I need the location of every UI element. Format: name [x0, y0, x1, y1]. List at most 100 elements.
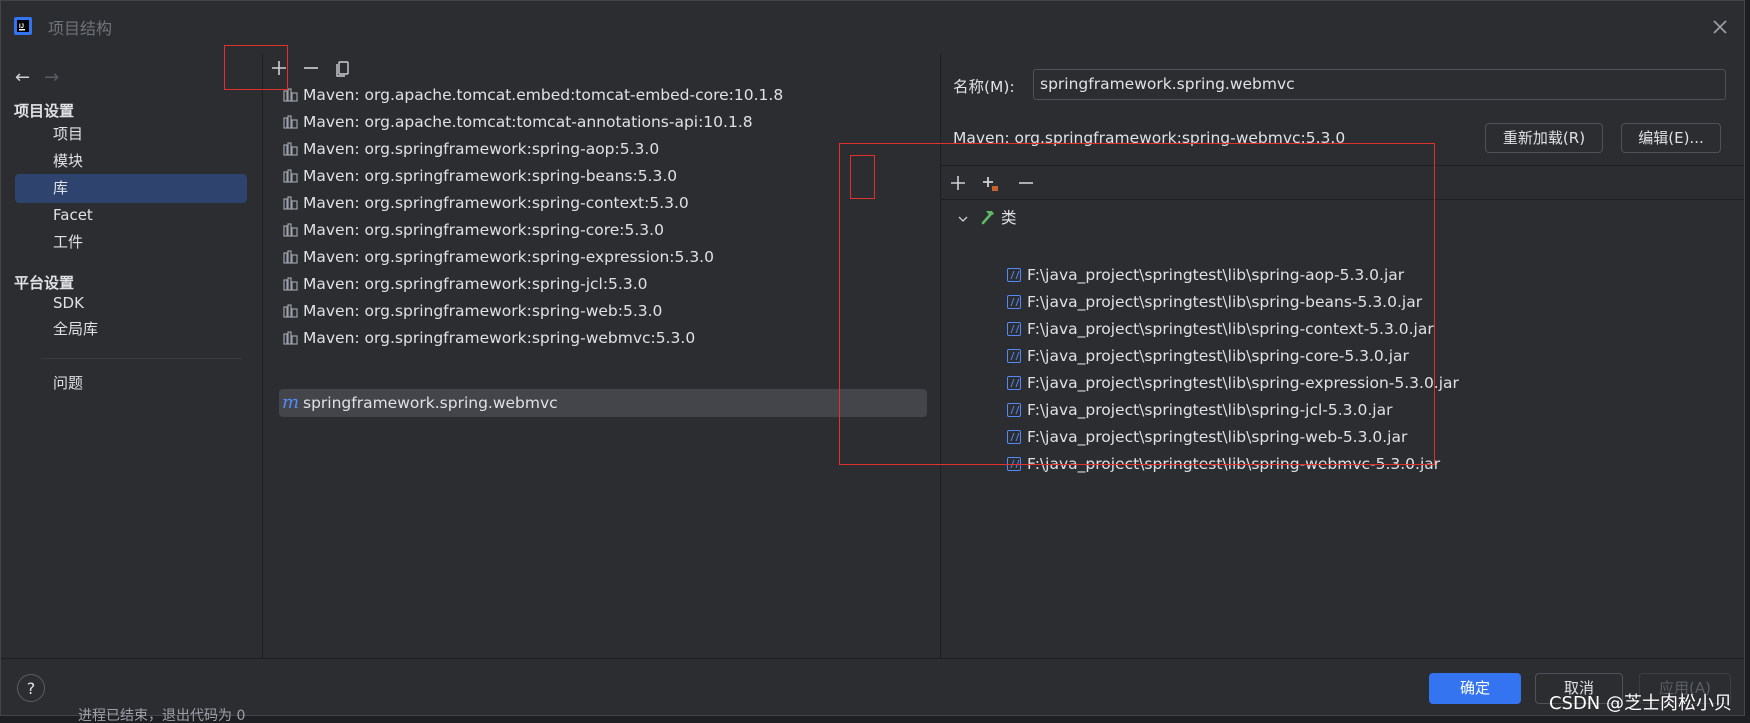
copy-library-icon[interactable]	[332, 57, 354, 79]
library-row[interactable]: Maven: org.springframework:spring-web:5.…	[279, 297, 927, 325]
library-name-input[interactable]: springframework.spring.webmvc	[1033, 69, 1726, 100]
settings-sidebar: ← → 项目设置 项目 模块 库 Facet 工件 平台设置 SDK 全局库 问…	[1, 53, 263, 658]
jar-path: F:\java_project\springtest\lib\spring-we…	[1027, 455, 1441, 473]
back-arrow-icon[interactable]: ←	[15, 67, 39, 88]
library-row[interactable]: Maven: org.springframework:spring-expres…	[279, 243, 927, 271]
maven-library-icon	[283, 304, 298, 318]
jar-path: F:\java_project\springtest\lib\spring-we…	[1027, 428, 1408, 446]
library-label: Maven: org.springframework:spring-aop:5.…	[303, 140, 660, 158]
sidebar-item-sdk[interactable]: SDK	[15, 289, 247, 318]
library-label: Maven: org.springframework:spring-expres…	[303, 248, 714, 266]
library-label: Maven: org.apache.tomcat.embed:tomcat-em…	[303, 86, 784, 104]
jar-file-icon	[1007, 376, 1021, 390]
jar-row[interactable]: F:\java_project\springtest\lib\spring-be…	[1007, 290, 1422, 314]
close-icon[interactable]	[1708, 15, 1732, 39]
library-label: Maven: org.springframework:spring-jcl:5.…	[303, 275, 648, 293]
add-root-icon[interactable]	[947, 172, 969, 194]
add-library-icon[interactable]	[268, 57, 290, 79]
library-row[interactable]: Maven: org.apache.tomcat.embed:tomcat-em…	[279, 81, 927, 109]
hammer-icon	[981, 211, 994, 225]
maven-coordinates: Maven: org.springframework:spring-webmvc…	[953, 129, 1346, 147]
jar-path: F:\java_project\springtest\lib\spring-co…	[1027, 347, 1409, 365]
library-label: Maven: org.springframework:spring-core:5…	[303, 221, 664, 239]
project-structure-dialog: IJ 项目结构 ← → 项目设置 项目 模块 库 Facet 工件 平台设置 S…	[0, 0, 1745, 716]
add-root-alt-icon[interactable]	[979, 172, 1001, 194]
roots-toolbar-divider	[941, 199, 1744, 200]
library-row[interactable]: Maven: org.springframework:spring-core:5…	[279, 216, 927, 244]
help-button[interactable]: ?	[17, 674, 45, 702]
sidebar-divider	[41, 358, 242, 359]
maven-library-icon	[283, 169, 298, 183]
classes-label: 类	[1001, 209, 1017, 227]
library-row[interactable]: Maven: org.apache.tomcat:tomcat-annotati…	[279, 108, 927, 136]
jar-path: F:\java_project\springtest\lib\spring-ex…	[1027, 374, 1459, 392]
jar-file-icon	[1007, 322, 1021, 336]
forward-arrow-icon[interactable]: →	[44, 67, 68, 88]
maven-library-icon	[283, 115, 298, 129]
library-label: Maven: org.springframework:spring-beans:…	[303, 167, 678, 185]
jar-file-icon	[1007, 457, 1021, 471]
module-library-icon: m	[282, 392, 300, 413]
library-roots-area: 类 F:\java_project\springtest\lib\spring-…	[941, 165, 1744, 659]
title-bar: IJ 项目结构	[1, 1, 1744, 53]
library-label: Maven: org.springframework:spring-web:5.…	[303, 302, 663, 320]
library-label: springframework.spring.webmvc	[303, 394, 558, 412]
sidebar-item-problems[interactable]: 问题	[15, 369, 247, 398]
jar-file-icon	[1007, 295, 1021, 309]
jar-path: F:\java_project\springtest\lib\spring-co…	[1027, 320, 1434, 338]
library-row[interactable]: Maven: org.springframework:spring-contex…	[279, 189, 927, 217]
jar-row[interactable]: F:\java_project\springtest\lib\spring-co…	[1007, 317, 1434, 341]
library-label: Maven: org.apache.tomcat:tomcat-annotati…	[303, 113, 753, 131]
maven-library-icon	[283, 223, 298, 237]
background-status-text: 进程已结束，退出代码为 0	[78, 708, 246, 723]
jar-row[interactable]: F:\java_project\springtest\lib\spring-co…	[1007, 344, 1409, 368]
background-ide-strip	[0, 716, 1750, 723]
sidebar-item-project[interactable]: 项目	[15, 120, 247, 149]
maven-library-icon	[283, 88, 298, 102]
sidebar-item-libraries[interactable]: 库	[15, 174, 247, 203]
nav-arrows: ← →	[15, 67, 68, 88]
jar-path: F:\java_project\springtest\lib\spring-jc…	[1027, 401, 1393, 419]
chevron-down-icon[interactable]	[957, 213, 969, 225]
library-details-panel: 名称(M): springframework.spring.webmvc Mav…	[941, 53, 1744, 659]
jar-file-icon	[1007, 430, 1021, 444]
maven-library-icon	[283, 196, 298, 210]
sidebar-item-artifacts[interactable]: 工件	[15, 228, 247, 257]
jar-file-icon	[1007, 268, 1021, 282]
jar-file-icon	[1007, 349, 1021, 363]
library-label: Maven: org.springframework:spring-webmvc…	[303, 329, 696, 347]
edit-button[interactable]: 编辑(E)...	[1621, 123, 1721, 153]
sidebar-item-global-libraries[interactable]: 全局库	[15, 315, 247, 344]
jar-row[interactable]: F:\java_project\springtest\lib\spring-ex…	[1007, 371, 1459, 395]
remove-root-icon[interactable]	[1015, 172, 1037, 194]
library-row[interactable]: Maven: org.springframework:spring-webmvc…	[279, 324, 927, 352]
library-row-selected[interactable]: m springframework.spring.webmvc	[279, 389, 927, 417]
window-title: 项目结构	[48, 19, 113, 38]
jar-path: F:\java_project\springtest\lib\spring-ao…	[1027, 266, 1405, 284]
library-row[interactable]: Maven: org.springframework:spring-aop:5.…	[279, 135, 927, 163]
intellij-logo-icon: IJ	[14, 17, 32, 35]
watermark: CSDN @芝士肉松小贝	[1548, 693, 1732, 714]
section-project-settings: 项目设置	[14, 102, 75, 120]
name-label: 名称(M):	[953, 78, 1015, 96]
maven-library-icon	[283, 142, 298, 156]
jar-file-icon	[1007, 403, 1021, 417]
jar-row[interactable]: F:\java_project\springtest\lib\spring-ao…	[1007, 263, 1404, 287]
library-row[interactable]: Maven: org.springframework:spring-jcl:5.…	[279, 270, 927, 298]
remove-library-icon[interactable]	[300, 57, 322, 79]
dialog-footer: ? 确定 取消 应用(A)	[1, 658, 1744, 715]
jar-row[interactable]: F:\java_project\springtest\lib\spring-jc…	[1007, 398, 1392, 422]
sidebar-item-facets[interactable]: Facet	[15, 201, 247, 230]
sidebar-item-modules[interactable]: 模块	[15, 147, 247, 176]
maven-library-icon	[283, 277, 298, 291]
library-label: Maven: org.springframework:spring-contex…	[303, 194, 689, 212]
jar-row[interactable]: F:\java_project\springtest\lib\spring-we…	[1007, 425, 1407, 449]
maven-library-icon	[283, 250, 298, 264]
ok-button[interactable]: 确定	[1429, 673, 1521, 704]
reload-button[interactable]: 重新加载(R)	[1485, 123, 1603, 153]
library-list-panel: Maven: org.apache.tomcat.embed:tomcat-em…	[263, 53, 941, 658]
jar-row[interactable]: F:\java_project\springtest\lib\spring-we…	[1007, 452, 1440, 476]
library-row[interactable]: Maven: org.springframework:spring-beans:…	[279, 162, 927, 190]
jar-path: F:\java_project\springtest\lib\spring-be…	[1027, 293, 1423, 311]
maven-library-icon	[283, 331, 298, 345]
